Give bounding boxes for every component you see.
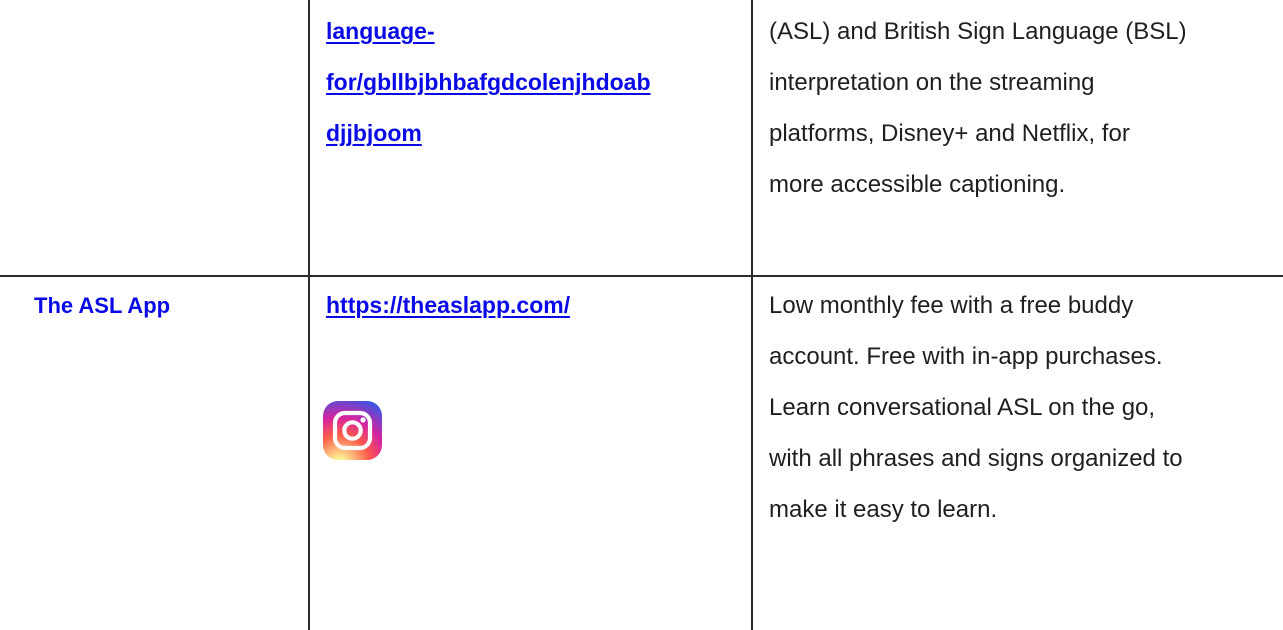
description-line: interpretation on the streaming	[769, 69, 1095, 96]
asl-app-website-link[interactable]: https://theaslapp.com/	[326, 280, 570, 331]
column-divider-2	[751, 0, 753, 630]
description-line: with all phrases and signs organized to	[769, 445, 1183, 472]
row-divider	[0, 275, 1283, 277]
top-row-link-cell: language- for/gbllbjbhbafgdcolenjhdoab d…	[326, 6, 651, 159]
description-line: Learn conversational ASL on the go,	[769, 394, 1156, 421]
column-divider-1	[308, 0, 310, 630]
description-line: account. Free with in-app purchases.	[769, 343, 1163, 370]
document-page: language- for/gbllbjbhbafgdcolenjhdoab d…	[0, 0, 1283, 630]
asl-app-description-cell: Low monthly fee with a free buddy accoun…	[769, 280, 1183, 535]
asl-app-link-cell: https://theaslapp.com/	[326, 280, 570, 331]
description-line: platforms, Disney+ and Netflix, for	[769, 120, 1130, 147]
extension-link-line-2[interactable]: for/gbllbjbhbafgdcolenjhdoab	[326, 57, 651, 108]
extension-link-line-3[interactable]: djjbjoom	[326, 108, 651, 159]
description-line: make it easy to learn.	[769, 496, 998, 523]
description-line: (ASL) and British Sign Language (BSL)	[769, 18, 1187, 45]
instagram-glyph	[332, 410, 373, 451]
instagram-icon[interactable]	[323, 401, 382, 460]
description-line: more accessible captioning.	[769, 171, 1066, 198]
asl-app-name-cell: The ASL App	[34, 280, 170, 331]
extension-link-line-1[interactable]: language-	[326, 6, 651, 57]
description-line: Low monthly fee with a free buddy	[769, 292, 1134, 319]
app-name: The ASL App	[34, 293, 171, 318]
top-row-description-cell: (ASL) and British Sign Language (BSL) in…	[769, 6, 1187, 210]
